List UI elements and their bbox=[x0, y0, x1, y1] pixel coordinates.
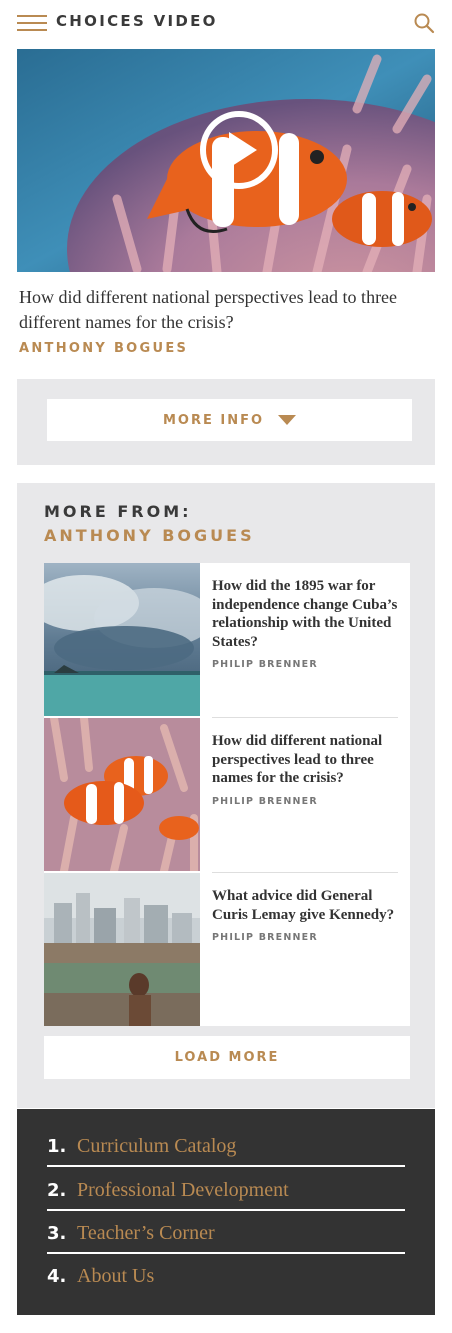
related-video-question: How did different national perspectives … bbox=[212, 733, 383, 786]
related-video-question: How did the 1895 war for independence ch… bbox=[212, 578, 398, 650]
related-video-byline: PHILIP BRENNER bbox=[212, 795, 318, 807]
caret-down-icon bbox=[278, 415, 297, 425]
related-video-byline: PHILIP BRENNER bbox=[212, 932, 318, 943]
clownfish-image bbox=[44, 718, 200, 871]
related-video-card[interactable]: How did different national perspectives … bbox=[44, 718, 410, 873]
video-title[interactable]: How did different national perspectives … bbox=[19, 285, 437, 335]
footer-nav: 1. Curriculum Catalog 2. Professional De… bbox=[17, 1109, 435, 1315]
footer-nav-item-professional-development[interactable]: 2. Professional Development bbox=[47, 1173, 405, 1211]
nav-number: 4. bbox=[47, 1266, 67, 1287]
clownfish-video-thumbnail bbox=[17, 49, 435, 272]
brand-title[interactable]: CHOICES VIDEO bbox=[56, 12, 218, 30]
more-from-panel: MORE FROM: ANTHONY BOGUES How did the 18… bbox=[17, 483, 435, 1108]
search-icon[interactable] bbox=[413, 12, 435, 34]
related-video-question: What advice did General Curis Lemay give… bbox=[212, 888, 395, 923]
load-more-button[interactable]: LOAD MORE bbox=[44, 1036, 410, 1079]
footer-nav-item-teachers-corner[interactable]: 3. Teacher’s Corner bbox=[47, 1216, 405, 1254]
nav-number: 2. bbox=[47, 1180, 67, 1201]
info-panel: MORE INFO bbox=[17, 379, 435, 465]
nav-number: 1. bbox=[47, 1136, 67, 1157]
nav-number: 3. bbox=[47, 1223, 67, 1244]
nav-label: About Us bbox=[77, 1265, 155, 1287]
more-info-button[interactable]: MORE INFO bbox=[47, 399, 412, 441]
more-from-heading: MORE FROM: bbox=[44, 502, 192, 521]
storm-over-sea-image bbox=[44, 563, 200, 716]
footer-nav-item-curriculum-catalog[interactable]: 1. Curriculum Catalog bbox=[47, 1129, 405, 1167]
nav-label: Curriculum Catalog bbox=[77, 1135, 237, 1157]
top-bar: CHOICES VIDEO bbox=[0, 0, 452, 46]
related-video-card[interactable]: What advice did General Curis Lemay give… bbox=[44, 873, 410, 1026]
nav-label: Professional Development bbox=[77, 1179, 289, 1201]
related-video-byline: PHILIP BRENNER bbox=[212, 659, 318, 670]
hamburger-menu-icon[interactable] bbox=[17, 15, 47, 31]
nav-label: Teacher’s Corner bbox=[77, 1222, 215, 1244]
more-from-author[interactable]: ANTHONY BOGUES bbox=[44, 526, 255, 545]
related-video-card[interactable]: How did the 1895 war for independence ch… bbox=[44, 563, 410, 718]
footer-nav-item-about-us[interactable]: 4. About Us bbox=[47, 1259, 405, 1297]
city-slum-image bbox=[44, 873, 200, 1026]
video-player[interactable] bbox=[17, 49, 435, 272]
related-video-list: How did the 1895 war for independence ch… bbox=[44, 563, 410, 1026]
more-info-label: MORE INFO bbox=[162, 412, 265, 428]
video-author[interactable]: ANTHONY BOGUES bbox=[19, 341, 188, 356]
